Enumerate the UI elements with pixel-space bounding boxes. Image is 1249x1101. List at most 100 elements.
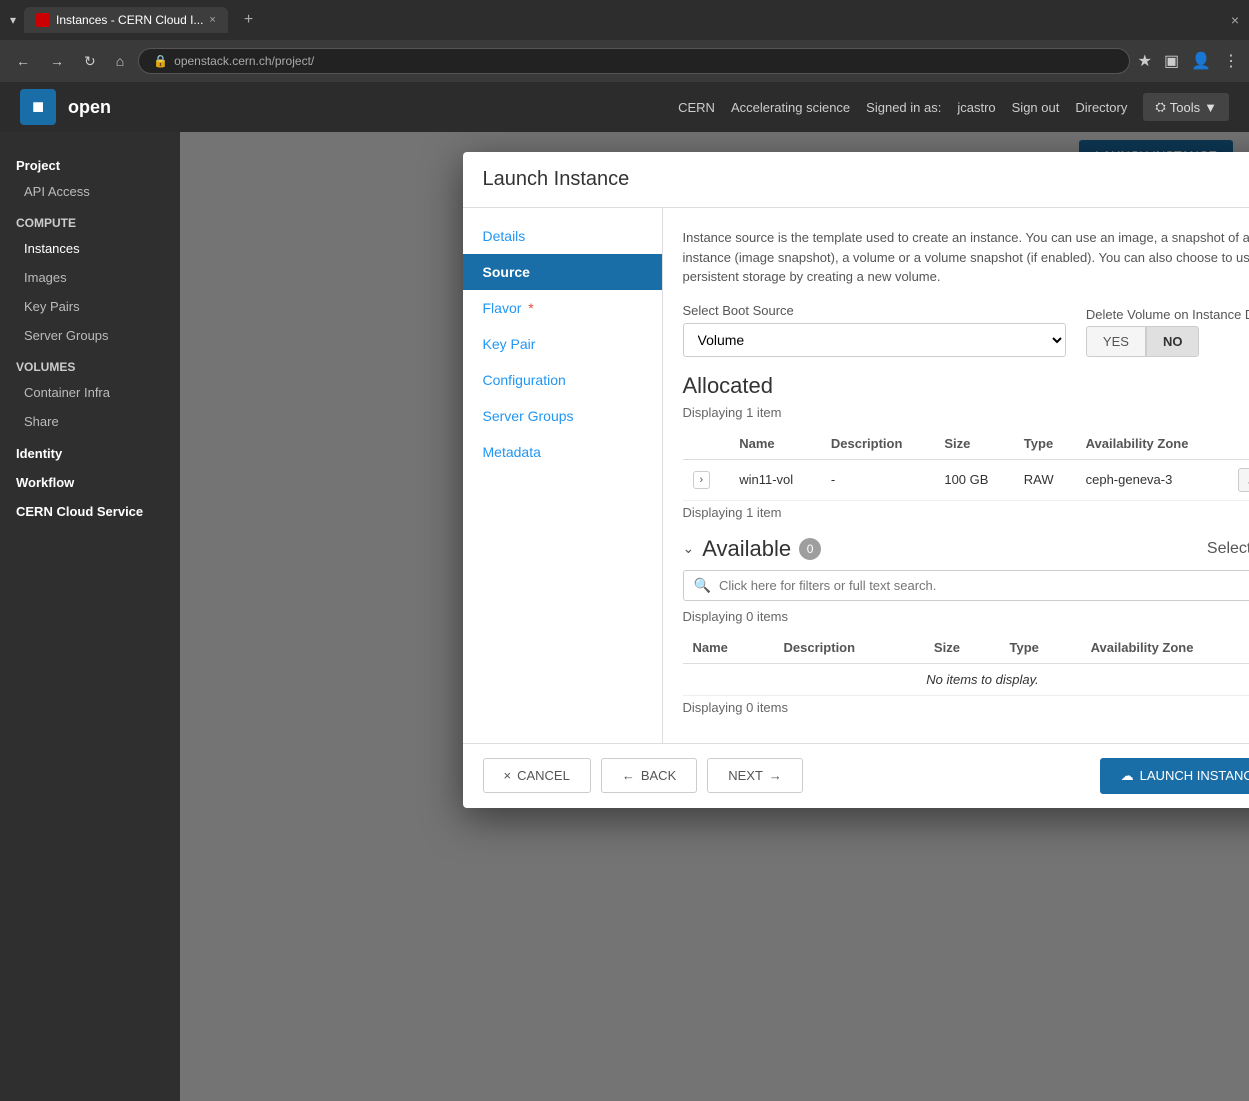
no-items-text: No items to display. xyxy=(683,663,1249,695)
sign-out-link[interactable]: Sign out xyxy=(1012,100,1060,115)
forward-btn[interactable]: → xyxy=(44,49,70,73)
boot-source-select[interactable]: Volume xyxy=(683,323,1066,357)
allocated-col-description: Description xyxy=(821,428,934,460)
allocated-bottom-count: Displaying 1 item xyxy=(683,505,1249,520)
new-tab-btn[interactable]: + xyxy=(236,11,261,29)
openstack-logo-icon: ■ xyxy=(20,89,56,125)
sidebar: Project API Access Compute Instances Ima… xyxy=(0,132,180,1101)
available-col-name: Name xyxy=(683,632,774,664)
available-table: Name Description Size Type Availability … xyxy=(683,632,1249,696)
content-area: LAUNCH INSTANCE Age Actions Launch Insta… xyxy=(180,132,1249,1101)
modal-nav: Details Source Flavor * Key Pair Configu… xyxy=(463,208,663,743)
available-header: ⌄ Available 0 Select one xyxy=(683,536,1249,562)
launch-instance-modal: Launch Instance × Details Source Flavor … xyxy=(463,152,1249,808)
row-action-btn[interactable]: ↓ xyxy=(1238,468,1249,492)
org-subtitle: Accelerating science xyxy=(731,100,850,115)
tools-button[interactable]: ⛭ Tools ▼ xyxy=(1143,93,1229,121)
next-button[interactable]: NEXT → xyxy=(707,758,803,793)
table-row: › win11-vol - 100 GB RAW ceph-geneva-3 ↓ xyxy=(683,459,1249,500)
search-icon: 🔍 xyxy=(694,577,711,594)
browser-tab[interactable]: Instances - CERN Cloud I... × xyxy=(24,7,228,33)
sidebar-item-api-access[interactable]: API Access xyxy=(0,177,180,206)
app-logo: ■ open xyxy=(20,89,111,125)
sidebar-item-images[interactable]: Images xyxy=(0,263,180,292)
allocated-section: Allocated Displaying 1 item Name Descrip… xyxy=(683,373,1249,520)
allocated-col-name-label: Name xyxy=(729,428,821,460)
cancel-button[interactable]: × CANCEL xyxy=(483,758,591,793)
home-btn[interactable]: ⌂ xyxy=(110,49,130,73)
available-chevron-icon[interactable]: ⌄ xyxy=(683,540,695,557)
modal-title: Launch Instance xyxy=(483,168,630,191)
info-text: Instance source is the template used to … xyxy=(683,228,1249,287)
row-size: 100 GB xyxy=(934,459,1013,500)
profile-icon[interactable]: 👤 xyxy=(1191,51,1211,71)
org-name: CERN xyxy=(678,100,715,115)
launch-instance-button[interactable]: ☁ LAUNCH INSTANCE xyxy=(1100,758,1249,794)
available-section: ⌄ Available 0 Select one 🔍 × xyxy=(683,536,1249,715)
browser-dropdown[interactable]: ▾ xyxy=(10,13,16,27)
sidebar-item-instances[interactable]: Instances xyxy=(0,234,180,263)
browser-close-btn[interactable]: × xyxy=(1231,12,1239,28)
yes-btn[interactable]: YES xyxy=(1086,326,1146,357)
boot-source-label: Select Boot Source xyxy=(683,303,1066,318)
row-description: - xyxy=(821,459,934,500)
reload-btn[interactable]: ↻ xyxy=(78,49,102,74)
expand-row-btn[interactable]: › xyxy=(693,471,711,489)
modal-nav-configuration[interactable]: Configuration xyxy=(463,362,662,398)
allocated-count: Displaying 1 item xyxy=(683,405,1249,420)
available-col-description: Description xyxy=(774,632,924,664)
modal-footer: × CANCEL ← BACK NEXT → ☁ LAUNCH INSTANCE xyxy=(463,743,1249,808)
modal-header: Launch Instance × xyxy=(463,152,1249,208)
next-arrow-icon: → xyxy=(769,768,782,783)
modal-nav-source[interactable]: Source xyxy=(463,254,662,290)
allocated-col-az: Availability Zone xyxy=(1076,428,1228,460)
back-button[interactable]: ← BACK xyxy=(601,758,697,793)
row-name: win11-vol xyxy=(729,459,821,500)
sidebar-item-share[interactable]: Share xyxy=(0,407,180,436)
address-bar[interactable]: 🔒 openstack.cern.ch/project/ xyxy=(138,48,1129,74)
extensions-icon[interactable]: ▣ xyxy=(1164,51,1179,71)
address-security-icon: 🔒 xyxy=(153,54,168,68)
signed-in-label: Signed in as: xyxy=(866,100,941,115)
address-text: openstack.cern.ch/project/ xyxy=(174,54,314,68)
back-arrow-icon: ← xyxy=(622,768,635,783)
sidebar-cern-cloud-header: CERN Cloud Service xyxy=(0,494,180,523)
select-one-label: Select one xyxy=(1207,540,1249,558)
modal-nav-metadata[interactable]: Metadata xyxy=(463,434,662,470)
sidebar-workflow-header: Workflow xyxy=(0,465,180,494)
menu-icon[interactable]: ⋮ xyxy=(1223,51,1239,71)
header-right: CERN Accelerating science Signed in as: … xyxy=(678,93,1229,121)
allocated-title: Allocated xyxy=(683,373,1249,399)
directory-link[interactable]: Directory xyxy=(1075,100,1127,115)
yes-no-toggle: YES NO xyxy=(1086,326,1249,357)
username-link[interactable]: jcastro xyxy=(957,100,995,115)
available-title-text: Available xyxy=(702,536,791,562)
sidebar-item-server-groups[interactable]: Server Groups xyxy=(0,321,180,350)
modal-body: Details Source Flavor * Key Pair Configu… xyxy=(463,208,1249,743)
back-btn[interactable]: ← xyxy=(10,49,36,73)
no-items-row: No items to display. xyxy=(683,663,1249,695)
search-bar: 🔍 × xyxy=(683,570,1249,601)
sidebar-item-key-pairs[interactable]: Key Pairs xyxy=(0,292,180,321)
modal-nav-flavor[interactable]: Flavor * xyxy=(463,290,662,326)
modal-nav-key-pair[interactable]: Key Pair xyxy=(463,326,662,362)
sidebar-identity-header: Identity xyxy=(0,436,180,465)
allocated-col-name xyxy=(683,428,730,460)
delete-volume-label: Delete Volume on Instance Delete xyxy=(1086,307,1249,322)
no-btn[interactable]: NO xyxy=(1146,326,1200,357)
cancel-x-icon: × xyxy=(504,768,512,783)
modal-nav-details[interactable]: Details xyxy=(463,218,662,254)
available-col-az: Availability Zone xyxy=(1081,632,1249,664)
sidebar-item-container-infra[interactable]: Container Infra xyxy=(0,378,180,407)
row-az: ceph-geneva-3 xyxy=(1076,459,1228,500)
tools-chevron-icon: ▼ xyxy=(1204,100,1217,115)
app-name: open xyxy=(68,97,111,118)
bookmark-icon[interactable]: ★ xyxy=(1138,51,1152,71)
row-type: RAW xyxy=(1014,459,1076,500)
tab-close-btn[interactable]: × xyxy=(209,14,215,26)
modal-nav-server-groups[interactable]: Server Groups xyxy=(463,398,662,434)
allocated-col-size: Size xyxy=(934,428,1013,460)
available-title-row: Available 0 xyxy=(702,536,821,562)
search-input[interactable] xyxy=(719,578,1249,593)
allocated-col-type: Type xyxy=(1014,428,1076,460)
